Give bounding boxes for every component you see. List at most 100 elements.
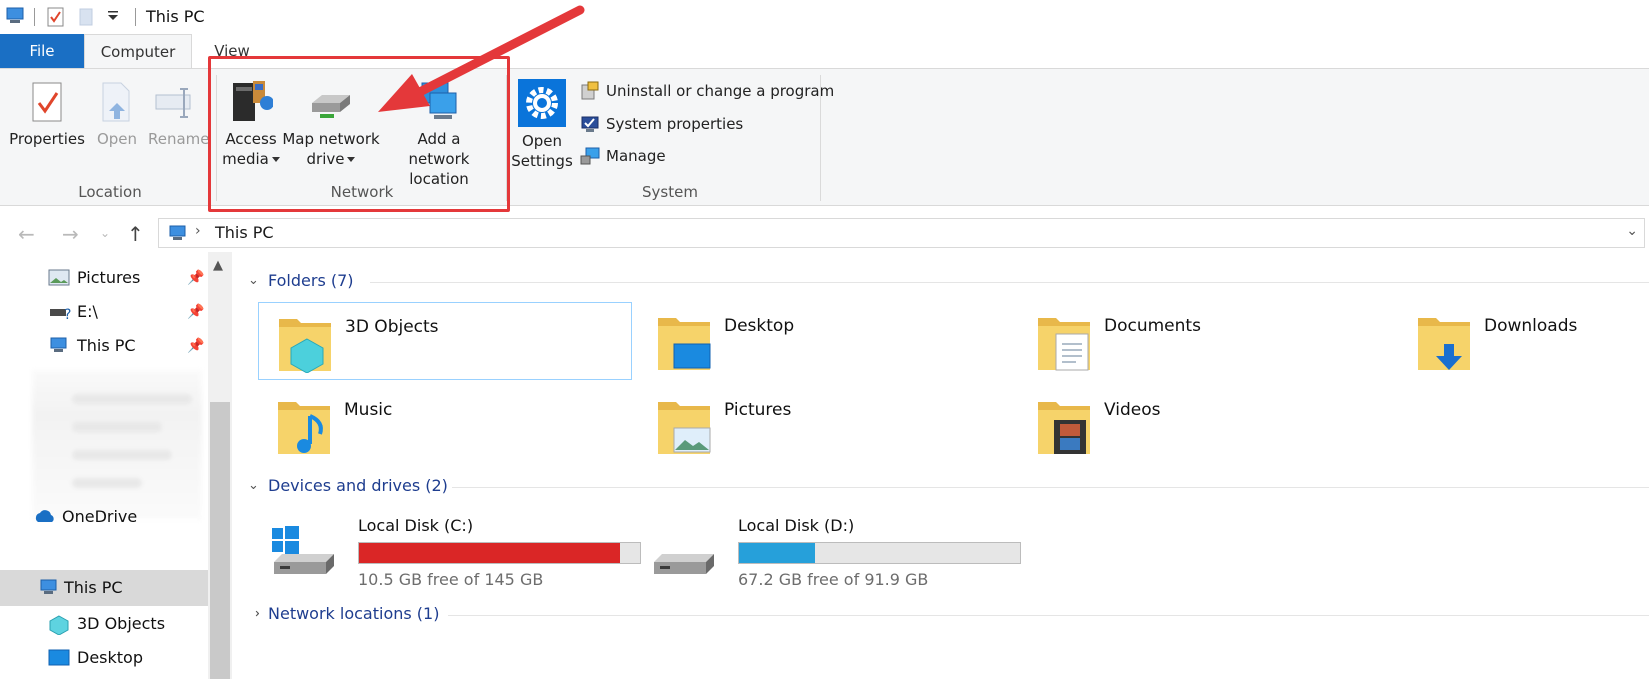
properties-button[interactable]: Properties bbox=[8, 81, 86, 149]
properties-label: Properties bbox=[9, 130, 85, 148]
this-pc-icon bbox=[4, 6, 26, 30]
nav-item-pictures[interactable]: Pictures 📌 bbox=[48, 261, 208, 295]
3d-objects-folder-icon bbox=[279, 319, 331, 373]
hard-drive-icon bbox=[654, 554, 714, 574]
folders-header-label: Folders (7) bbox=[268, 271, 354, 290]
nav-label: Pictures bbox=[77, 268, 141, 287]
uninstall-label: Uninstall or change a program bbox=[606, 82, 835, 100]
music-folder-icon bbox=[278, 402, 330, 454]
divider bbox=[34, 8, 35, 26]
drive-free-space: 10.5 GB free of 145 GB bbox=[358, 570, 544, 589]
folder-videos[interactable]: Videos bbox=[1018, 386, 1392, 464]
tab-file[interactable]: File bbox=[0, 34, 84, 68]
navigation-row: ← → ⌄ ↑ › This PC ⌄ bbox=[0, 214, 1649, 252]
breadcrumb-chevron-icon[interactable]: › bbox=[195, 223, 201, 239]
properties-quick-access-icon[interactable] bbox=[46, 6, 66, 32]
title-bar: This PC bbox=[0, 0, 1649, 34]
recent-locations-icon[interactable]: ⌄ bbox=[100, 226, 110, 240]
rename-label: Rename bbox=[148, 130, 210, 148]
nav-label: E:\ bbox=[77, 302, 98, 321]
divider bbox=[135, 8, 136, 26]
properties-icon bbox=[32, 82, 62, 122]
network-locations-header-label: Network locations (1) bbox=[268, 604, 440, 623]
nav-item-this-pc-pinned[interactable]: This PC 📌 bbox=[48, 329, 208, 363]
devices-header-label: Devices and drives (2) bbox=[268, 476, 448, 495]
expand-chevron-icon[interactable]: ⌄ bbox=[248, 608, 263, 619]
rename-button[interactable]: Rename bbox=[148, 81, 210, 149]
new-folder-quick-access-icon[interactable] bbox=[78, 6, 96, 32]
up-arrow-icon[interactable]: ↑ bbox=[127, 222, 144, 246]
drive-name: Local Disk (C:) bbox=[358, 516, 474, 535]
nav-item-e-drive[interactable]: ? E:\ 📌 bbox=[48, 295, 208, 329]
nav-item-this-pc[interactable]: This PC bbox=[38, 571, 208, 605]
drive-usage-bar bbox=[358, 542, 641, 564]
folder-name: Pictures bbox=[724, 400, 792, 420]
system-properties-label: System properties bbox=[606, 115, 744, 133]
nav-item-3d-objects[interactable]: 3D Objects bbox=[48, 607, 208, 641]
nav-label: 3D Objects bbox=[77, 614, 166, 633]
annotation-arrow-icon bbox=[378, 5, 585, 112]
drive-d[interactable]: Local Disk (D:) 67.2 GB free of 91.9 GB bbox=[650, 516, 1021, 600]
videos-folder-icon bbox=[1038, 402, 1090, 454]
nav-label: OneDrive bbox=[62, 507, 138, 526]
blurred-region bbox=[32, 370, 202, 520]
scroll-up-icon[interactable]: ▲ bbox=[213, 258, 223, 273]
back-arrow-icon[interactable]: ← bbox=[18, 222, 35, 246]
folder-music[interactable]: Music bbox=[258, 386, 632, 464]
pin-icon[interactable]: 📌 bbox=[187, 295, 204, 329]
svg-text:?: ? bbox=[64, 307, 71, 321]
documents-folder-icon bbox=[1038, 318, 1090, 371]
this-pc-icon bbox=[50, 337, 67, 352]
customize-quick-access-icon[interactable] bbox=[106, 8, 120, 28]
nav-item-onedrive[interactable]: OneDrive bbox=[34, 500, 204, 534]
desktop-icon bbox=[48, 649, 70, 666]
3d-objects-icon bbox=[49, 615, 69, 635]
folder-pictures[interactable]: Pictures bbox=[638, 386, 1012, 464]
address-dropdown-icon[interactable]: ⌄ bbox=[1626, 223, 1638, 239]
address-path: This PC bbox=[215, 223, 274, 242]
open-settings-label-2: Settings bbox=[511, 152, 573, 170]
manage-icon bbox=[580, 147, 600, 165]
open-icon bbox=[102, 82, 130, 122]
this-pc-icon bbox=[40, 579, 57, 594]
nav-label: Desktop bbox=[77, 648, 143, 667]
tab-computer[interactable]: Computer bbox=[84, 34, 192, 69]
this-pc-icon bbox=[169, 225, 186, 240]
downloads-folder-icon bbox=[1418, 318, 1470, 370]
drive-c[interactable]: Local Disk (C:) 10.5 GB free of 145 GB bbox=[270, 516, 641, 600]
navigation-pane: Pictures 📌 ? E:\ 📌 This PC 📌 OneDrive Th… bbox=[0, 252, 208, 679]
devices-section-header[interactable]: ⌄ Devices and drives (2) bbox=[248, 476, 448, 495]
manage-label: Manage bbox=[606, 147, 666, 165]
desktop-folder-icon bbox=[658, 318, 711, 370]
folder-documents[interactable]: Documents bbox=[1018, 302, 1392, 380]
collapse-chevron-icon[interactable]: ⌄ bbox=[248, 273, 259, 288]
folder-downloads[interactable]: Downloads bbox=[1398, 302, 1638, 380]
pictures-folder-icon bbox=[658, 402, 711, 454]
open-button[interactable]: Open bbox=[94, 81, 140, 149]
system-group-label: System bbox=[642, 183, 698, 201]
folder-desktop[interactable]: Desktop bbox=[638, 302, 1012, 380]
pin-icon[interactable]: 📌 bbox=[187, 261, 204, 295]
section-divider bbox=[452, 487, 1649, 488]
navigation-scrollbar[interactable]: ▲ bbox=[208, 252, 232, 679]
location-group-label: Location bbox=[78, 183, 142, 201]
drive-usage-fill bbox=[359, 543, 620, 563]
windows-drive-icon bbox=[272, 526, 334, 574]
collapse-chevron-icon[interactable]: ⌄ bbox=[248, 478, 259, 493]
folder-name: Videos bbox=[1104, 400, 1161, 420]
folder-name: 3D Objects bbox=[345, 317, 439, 337]
network-drive-icon: ? bbox=[50, 307, 71, 321]
open-settings-label-1: Open bbox=[521, 132, 563, 150]
pictures-icon bbox=[48, 269, 70, 286]
address-bar[interactable]: › This PC ⌄ bbox=[158, 218, 1645, 248]
folder-name: Downloads bbox=[1484, 316, 1578, 336]
rename-icon bbox=[155, 88, 191, 118]
network-locations-section-header[interactable]: ⌄ Network locations (1) bbox=[248, 604, 440, 623]
pin-icon[interactable]: 📌 bbox=[187, 329, 204, 363]
folder-3d-objects[interactable]: 3D Objects bbox=[258, 302, 632, 380]
drive-free-space: 67.2 GB free of 91.9 GB bbox=[738, 570, 929, 589]
scroll-thumb[interactable] bbox=[210, 402, 230, 679]
forward-arrow-icon[interactable]: → bbox=[62, 222, 79, 246]
nav-item-desktop[interactable]: Desktop bbox=[48, 641, 208, 675]
folders-section-header[interactable]: ⌄ Folders (7) bbox=[248, 271, 354, 290]
